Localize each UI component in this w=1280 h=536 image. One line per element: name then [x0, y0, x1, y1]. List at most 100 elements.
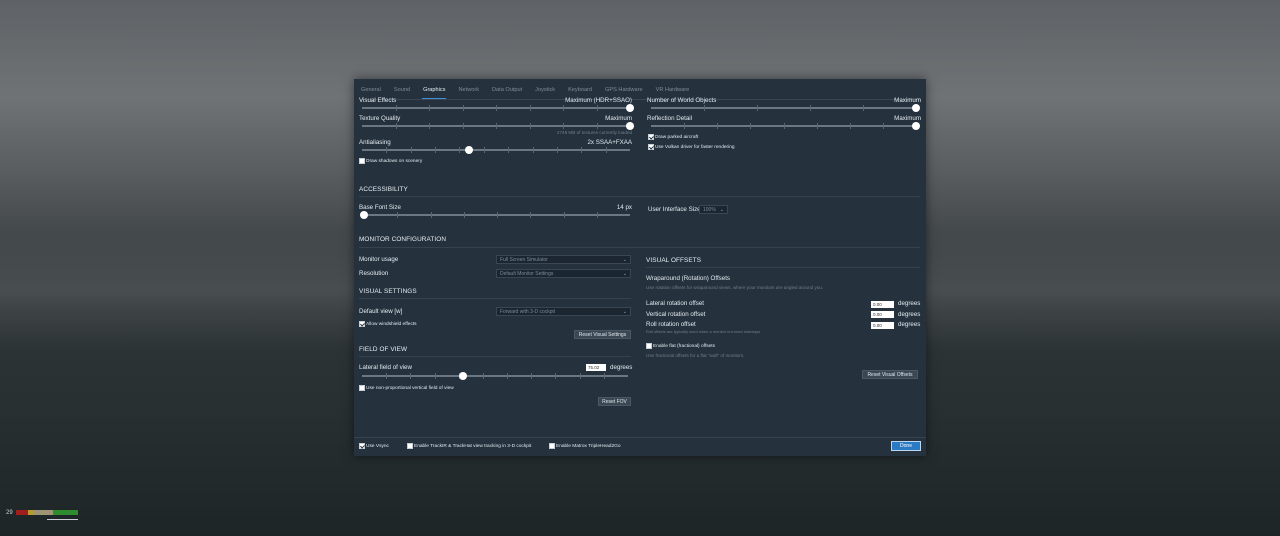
nonprop-fov-label: Use non-proportional vertical field of v… — [366, 386, 454, 391]
lateral-fov-input[interactable]: 75.02 — [586, 364, 606, 371]
antialiasing-slider[interactable] — [362, 146, 630, 154]
slider-tick — [563, 123, 564, 129]
flat-offsets-label: Enable flat (fractional) offsets — [653, 344, 716, 349]
slider-tick — [530, 212, 532, 218]
reset-fov-button[interactable]: Reset FOV — [598, 397, 631, 406]
wraparound-heading: Wraparound (Rotation) Offsets — [646, 275, 731, 282]
antialiasing-value: 2x SSAA+FXAA — [587, 139, 632, 146]
world-objects-slider[interactable] — [651, 104, 920, 112]
vulkan-checkbox[interactable] — [648, 144, 654, 150]
flat-offsets-checkbox[interactable] — [646, 343, 652, 349]
slider-tick — [816, 123, 818, 129]
default-view-value: Forward with 3-D cockpit — [500, 308, 556, 315]
roll-offset-hint: Roll offsets are typically used when a m… — [646, 329, 761, 334]
reset-visual-settings-button[interactable]: Reset Visual Settings — [574, 330, 631, 339]
lateral-offset-unit: degrees — [898, 300, 921, 307]
roll-offset-label: Roll rotation offset — [646, 321, 696, 328]
slider-handle[interactable] — [912, 104, 920, 112]
nonprop-fov-checkbox[interactable] — [359, 385, 365, 391]
slider-handle[interactable] — [360, 211, 368, 219]
world-objects-label: Number of World Objects — [647, 97, 717, 104]
done-button[interactable]: Done — [891, 441, 921, 451]
ui-size-value: 100% — [703, 206, 716, 213]
vertical-offset-label: Vertical rotation offset — [646, 311, 706, 318]
world-objects-value: Maximum — [894, 97, 921, 104]
monitor-divider — [359, 247, 920, 248]
slider-tick — [596, 123, 598, 129]
reset-visual-offsets-button[interactable]: Reset Visual Offsets — [862, 370, 918, 379]
slider-handle[interactable] — [912, 122, 920, 130]
texture-quality-label: Texture Quality — [359, 115, 401, 122]
slider-tick — [556, 147, 558, 153]
slider-handle[interactable] — [465, 146, 474, 154]
lateral-fov-slider[interactable] — [362, 372, 628, 380]
vertical-offset-input[interactable]: 0.00 — [871, 311, 894, 318]
slider-tick — [496, 105, 497, 111]
slider-tick — [882, 123, 884, 129]
slider-handle[interactable] — [459, 372, 468, 380]
visual-effects-slider[interactable] — [362, 104, 634, 112]
ui-size-select[interactable]: 100% ⌄ — [699, 205, 728, 214]
offsets-heading: VISUAL OFFSETS — [646, 257, 702, 264]
draw-shadows-checkbox[interactable] — [359, 158, 365, 164]
slider-tick — [596, 212, 598, 218]
visual-settings-divider — [359, 298, 631, 299]
matrox-checkbox[interactable] — [549, 443, 555, 449]
vsync-checkbox[interactable] — [359, 443, 365, 449]
slider-tick — [810, 105, 811, 111]
slider-tick — [463, 212, 465, 218]
slider-tick — [395, 123, 397, 129]
windshield-checkbox[interactable] — [359, 321, 365, 327]
slider-tick — [596, 105, 598, 111]
slider-tick — [395, 105, 397, 111]
lateral-offset-input[interactable]: 0.00 — [871, 301, 894, 308]
settings-dialog: General Sound Graphics Network Data Output Jo… — [354, 79, 926, 456]
visual-effects-label: Visual Effects — [359, 97, 397, 104]
tab-divider — [360, 99, 920, 100]
frame-bar-red — [16, 510, 28, 515]
resolution-select[interactable]: Default Monitor Settings ⌄ — [496, 269, 631, 278]
slider-tick — [555, 373, 557, 379]
monitor-usage-select[interactable]: Full Screen Simulator ⌄ — [496, 255, 631, 264]
tab-graphics[interactable]: Graphics — [422, 85, 447, 99]
chevron-down-icon: ⌄ — [719, 207, 724, 213]
texture-quality-slider[interactable] — [362, 122, 634, 130]
slider-tick — [757, 105, 758, 111]
monitor-usage-label: Monitor usage — [359, 256, 399, 263]
trackir-checkbox[interactable] — [407, 443, 413, 449]
slider-tick — [459, 147, 461, 153]
base-font-slider[interactable] — [360, 211, 630, 219]
default-view-select[interactable]: Forward with 3-D cockpit ⌄ — [496, 307, 631, 316]
draw-parked-checkbox[interactable] — [648, 134, 654, 140]
texture-quality-value: Maximum — [605, 115, 632, 122]
chevron-down-icon: ⌄ — [622, 257, 627, 263]
slider-tick — [783, 123, 785, 129]
slider-tick — [563, 105, 564, 111]
roll-offset-input[interactable]: 0.00 — [871, 322, 894, 329]
tab-joystick[interactable]: Joystick — [534, 85, 556, 99]
accessibility-divider — [359, 196, 920, 197]
slider-tick — [529, 123, 531, 129]
offsets-divider — [646, 267, 920, 268]
slider-tick — [386, 147, 388, 153]
tab-data-output[interactable]: Data Output — [491, 85, 523, 99]
slider-tick — [429, 123, 430, 129]
slider-tick — [462, 123, 464, 129]
tab-network[interactable]: Network — [457, 85, 480, 99]
reflection-detail-slider[interactable] — [651, 122, 920, 130]
slider-tick — [410, 373, 412, 379]
lateral-offset-label: Lateral rotation offset — [646, 300, 705, 307]
slider-tick — [397, 212, 399, 218]
fov-divider — [359, 356, 631, 357]
slider-tick — [579, 373, 581, 379]
slider-tick — [410, 147, 412, 153]
draw-parked-label: Draw parked aircraft — [655, 135, 699, 140]
draw-shadows-label: Draw shadows on scenery — [366, 159, 423, 164]
slider-handle[interactable] — [626, 122, 634, 130]
slider-handle[interactable] — [626, 104, 634, 112]
accessibility-heading: ACCESSIBILITY — [359, 186, 408, 193]
slider-tick — [483, 147, 485, 153]
tab-bar: General Sound Graphics Network Data Output Jo… — [360, 85, 690, 99]
visual-settings-heading: VISUAL SETTINGS — [359, 288, 417, 295]
lateral-fov-unit: degrees — [610, 364, 633, 371]
